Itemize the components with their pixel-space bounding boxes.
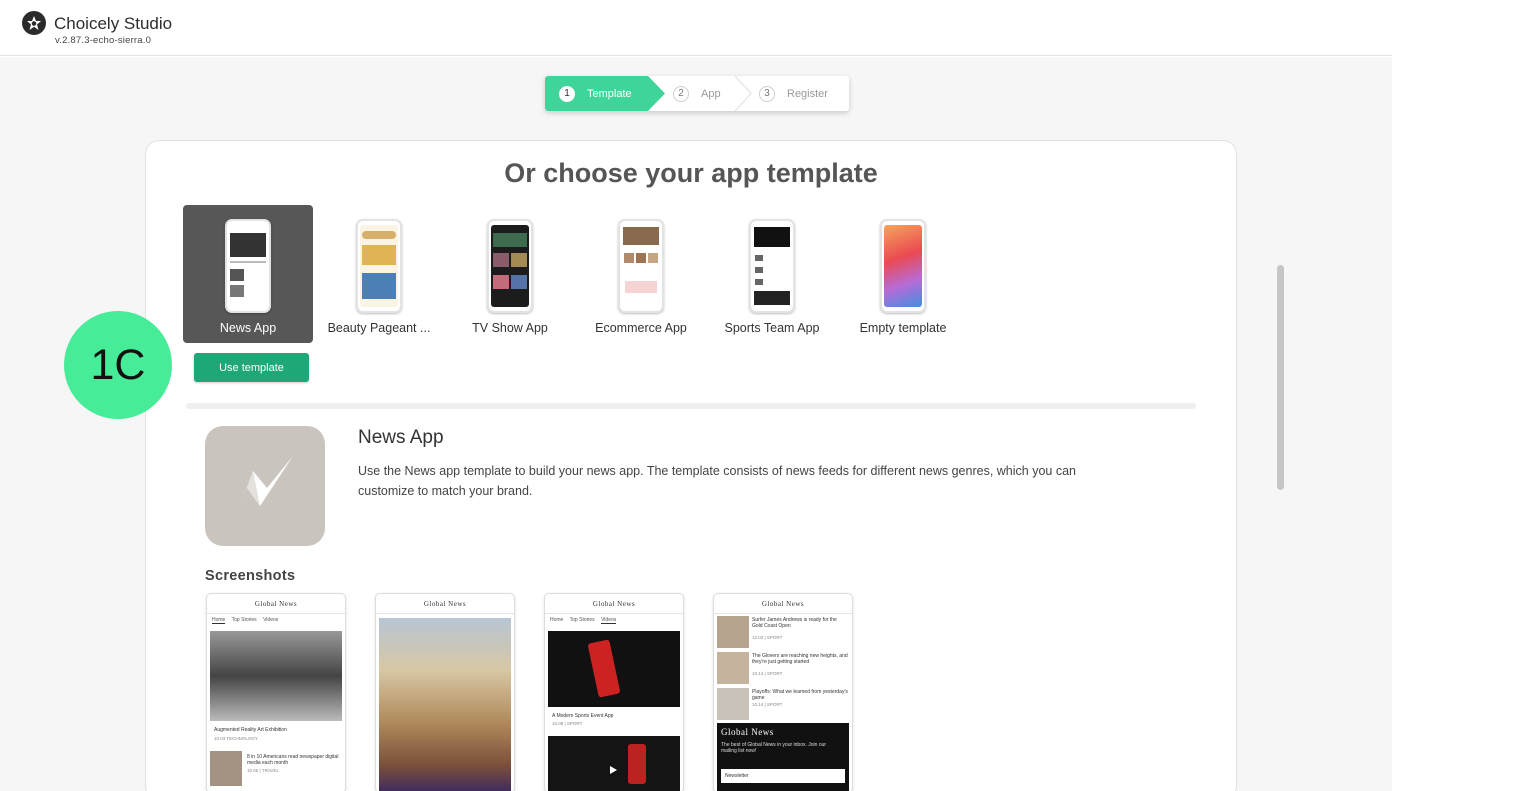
- tab-bar: Home Top Stories Videos: [545, 614, 683, 626]
- template-label: Empty template: [859, 321, 947, 335]
- tab-home: Home: [212, 617, 226, 624]
- template-label: Beauty Pageant ...: [327, 321, 431, 335]
- step-app[interactable]: 2 App: [673, 76, 721, 111]
- video-thumbnail: [548, 631, 680, 707]
- article-thumb: [717, 652, 749, 684]
- chevron-right-icon: [734, 76, 752, 111]
- article-image: [379, 618, 511, 791]
- tab-bar: Home Top Stories Videos: [207, 614, 345, 626]
- article-caption: A Modern Sports Event App: [552, 713, 614, 719]
- detail-description: Use the News app template to build your …: [358, 464, 1076, 498]
- step-annotation-badge: 1C: [64, 311, 172, 419]
- article-thumb: [717, 688, 749, 720]
- masthead: Global News: [714, 594, 852, 614]
- screenshot-1[interactable]: Global News Home Top Stories Videos Augm…: [206, 593, 346, 791]
- promo-text: The best of Global News in your inbox. J…: [721, 742, 827, 754]
- phone-preview: [749, 219, 795, 313]
- detail-title: News App: [358, 427, 444, 448]
- right-blank-area: [1392, 0, 1536, 791]
- use-template-button[interactable]: Use template: [194, 353, 309, 382]
- template-chooser-card: Or choose your app template News App Bea…: [145, 140, 1237, 791]
- wizard-stepper: 1 Template 2 App 3 Register: [545, 76, 849, 111]
- choicely-star-logo-icon[interactable]: [22, 11, 46, 35]
- video-thumbnail: [548, 736, 680, 791]
- step-number: 3: [759, 85, 775, 102]
- article-caption: 8 in 10 Americans read newspaper digital…: [247, 754, 339, 766]
- main-area: 1 Template 2 App 3 Register Or choose yo…: [0, 57, 1392, 791]
- article-caption: Augmented Reality Art Exhibition: [214, 727, 287, 733]
- template-label: News App: [219, 321, 277, 335]
- tab-home: Home: [550, 617, 564, 623]
- article-meta: 10.14 | SPORT: [752, 671, 783, 676]
- article-caption: Playoffs: What we learned from yesterday…: [752, 689, 848, 701]
- step-number: 2: [673, 85, 689, 102]
- promo-title: Global News: [721, 727, 774, 737]
- masthead: Global News: [376, 594, 514, 614]
- tab-videos: Videos: [601, 617, 617, 624]
- newsletter-input[interactable]: Newsletter: [721, 769, 845, 783]
- template-label: TV Show App: [472, 321, 548, 335]
- article-thumb: [717, 616, 749, 648]
- app-header: Choicely Studio v.2.87.3-echo-sierra.0: [0, 0, 1392, 56]
- screenshot-4[interactable]: Global News Surfer James Andrews is read…: [713, 593, 853, 791]
- article-caption: Surfer James Andrews is ready for the Go…: [752, 617, 837, 629]
- article-meta: 10.03 TECHNOLOGY: [214, 736, 258, 741]
- template-ecommerce-app[interactable]: Ecommerce App: [576, 205, 706, 343]
- card-title: Or choose your app template: [504, 158, 878, 188]
- section-divider: [186, 403, 1196, 409]
- masthead: Global News: [207, 594, 345, 614]
- phone-preview: [880, 219, 926, 313]
- tab-top-stories: Top Stories: [569, 617, 595, 623]
- article-image: [210, 631, 342, 721]
- app-title: Choicely Studio: [54, 14, 173, 33]
- tab-videos: Videos: [263, 617, 279, 623]
- template-sports-team-app[interactable]: Sports Team App: [707, 205, 837, 343]
- masthead: Global News: [545, 594, 683, 614]
- phone-preview: [487, 219, 533, 313]
- article-meta: 10.14 | SPORT: [752, 702, 783, 707]
- template-tv-show-app[interactable]: TV Show App: [445, 205, 575, 343]
- screenshot-3[interactable]: Global News Home Top Stories Videos A Mo…: [544, 593, 684, 791]
- screenshots-heading: Screenshots: [205, 568, 296, 584]
- template-label: Ecommerce App: [595, 321, 687, 335]
- phone-preview: [618, 219, 664, 313]
- article-thumb: [210, 751, 242, 786]
- scrollbar-thumb[interactable]: [1277, 265, 1284, 490]
- app-version: v.2.87.3-echo-sierra.0: [55, 35, 152, 46]
- screenshot-2[interactable]: Global News: [375, 593, 515, 791]
- template-beauty-pageant[interactable]: Beauty Pageant ...: [314, 205, 444, 343]
- article-caption: The Glovers are reaching new heights, an…: [752, 653, 848, 665]
- step-label: Register: [787, 87, 828, 100]
- step-label: Template: [587, 87, 632, 100]
- step-template[interactable]: 1 Template: [545, 76, 665, 111]
- tab-top-stories: Top Stories: [231, 617, 257, 623]
- phone-preview: [225, 219, 271, 313]
- phone-preview: [356, 219, 402, 313]
- newsletter-promo: Global News The best of Global News in y…: [717, 723, 849, 791]
- news-app-logo-icon: [205, 426, 325, 546]
- step-number: 1: [559, 85, 575, 102]
- template-news-app[interactable]: News App: [183, 205, 313, 343]
- article-meta: 12.03 | SPORT: [752, 635, 783, 640]
- template-empty[interactable]: Empty template: [838, 205, 968, 343]
- template-label: Sports Team App: [724, 321, 820, 335]
- article-meta: 10.08 | SPORT: [552, 721, 583, 726]
- step-register[interactable]: 3 Register: [759, 76, 828, 111]
- article-meta: 10.05 | TRAVEL: [247, 768, 280, 773]
- step-label: App: [701, 87, 721, 100]
